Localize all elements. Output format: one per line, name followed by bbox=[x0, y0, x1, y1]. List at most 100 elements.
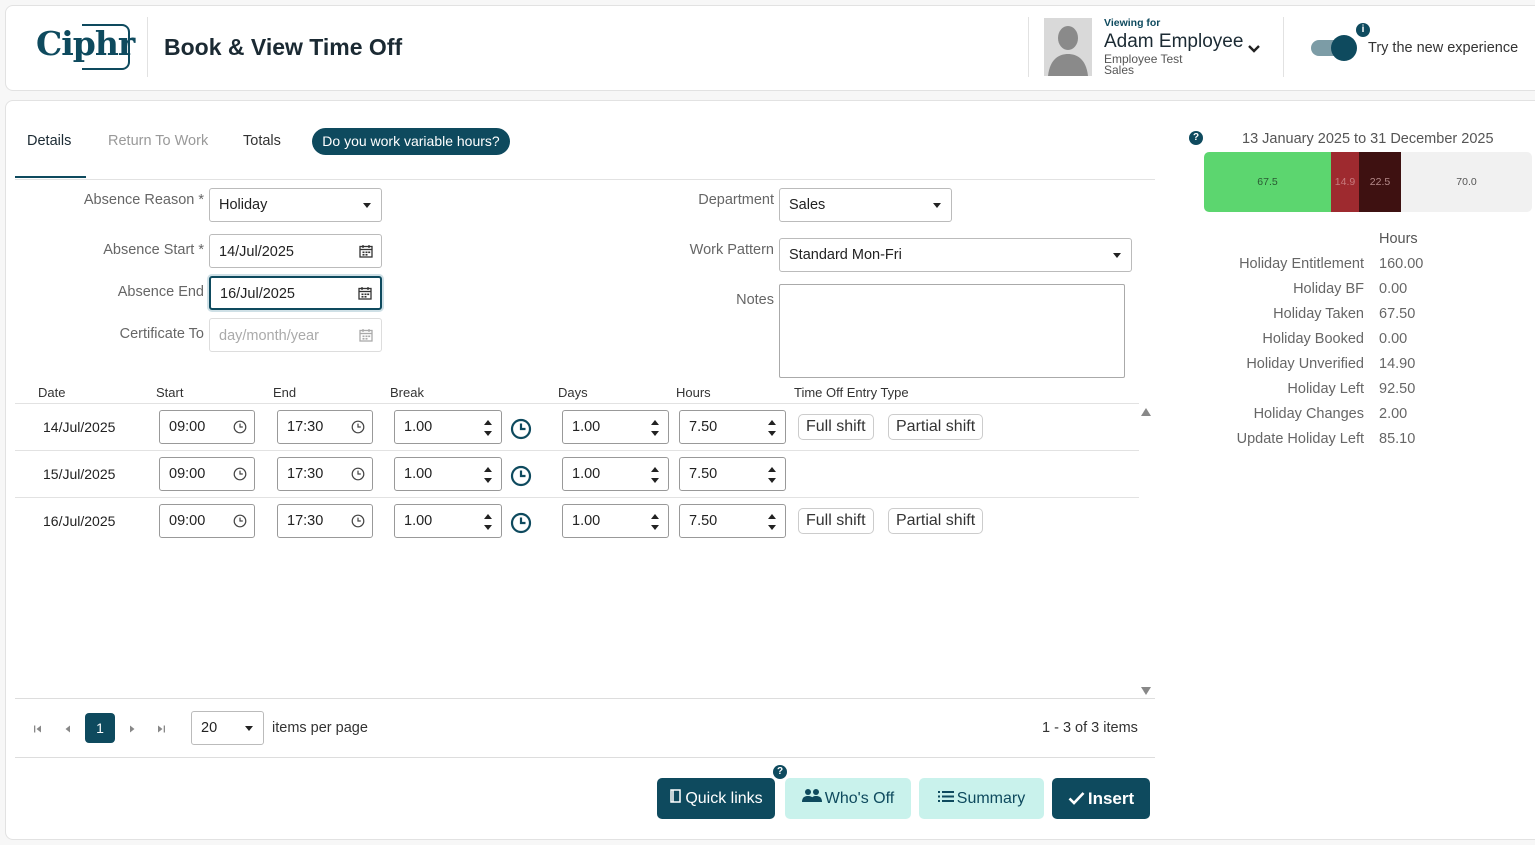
start-time-value: 09:00 bbox=[169, 513, 206, 529]
work-pattern-select[interactable]: Standard Mon-Fri bbox=[779, 238, 1132, 272]
spinner-icon[interactable] bbox=[767, 417, 777, 439]
department-label: Department bbox=[698, 192, 774, 208]
start-time-input[interactable]: 09:00 bbox=[159, 457, 255, 491]
certificate-to-input[interactable]: day/month/year bbox=[209, 318, 382, 352]
clock-icon[interactable] bbox=[351, 514, 365, 528]
per-page-value: 20 bbox=[201, 720, 218, 736]
break-input[interactable]: 1.00 bbox=[394, 410, 502, 444]
employee-name[interactable]: Adam Employee bbox=[1104, 31, 1243, 53]
logo-frame bbox=[82, 24, 130, 70]
chevron-down-icon[interactable] bbox=[1246, 40, 1262, 56]
break-input[interactable]: 1.00 bbox=[394, 457, 502, 491]
stat-value: 85.10 bbox=[1379, 431, 1416, 447]
spinner-icon[interactable] bbox=[767, 511, 777, 533]
clock-icon[interactable] bbox=[351, 420, 365, 434]
tab-details[interactable]: Details bbox=[27, 133, 71, 149]
clock-icon[interactable] bbox=[233, 420, 247, 434]
check-icon bbox=[1068, 779, 1085, 820]
start-time-input[interactable]: 09:00 bbox=[159, 504, 255, 538]
info-icon[interactable]: i bbox=[1356, 23, 1370, 37]
current-page-button[interactable]: 1 bbox=[85, 713, 115, 743]
partial-shift-button[interactable]: Partial shift bbox=[888, 414, 984, 440]
absence-start-input[interactable]: 14/Jul/2025 bbox=[209, 234, 382, 268]
caret-down-icon bbox=[1113, 253, 1121, 258]
col-start: Start bbox=[156, 385, 184, 400]
spinner-icon[interactable] bbox=[767, 464, 777, 486]
caret-down-icon bbox=[933, 203, 941, 208]
days-input[interactable]: 1.00 bbox=[562, 457, 669, 491]
end-time-value: 17:30 bbox=[287, 466, 324, 482]
stat-label: Holiday Entitlement bbox=[1239, 256, 1364, 272]
spinner-icon[interactable] bbox=[483, 464, 493, 486]
caret-down-icon bbox=[363, 203, 371, 208]
stat-label: Holiday Changes bbox=[1253, 406, 1364, 422]
hours-input[interactable]: 7.50 bbox=[679, 504, 786, 538]
next-page-icon[interactable] bbox=[126, 722, 138, 734]
pager-divider bbox=[15, 698, 1155, 699]
spinner-icon[interactable] bbox=[483, 511, 493, 533]
insert-button[interactable]: Insert bbox=[1052, 778, 1150, 819]
quick-links-button[interactable]: Quick links bbox=[657, 778, 775, 819]
absence-end-input[interactable]: 16/Jul/2025 bbox=[209, 276, 382, 310]
clock-icon[interactable] bbox=[233, 467, 247, 481]
full-shift-button[interactable]: Full shift bbox=[798, 508, 874, 534]
clock-icon[interactable] bbox=[351, 467, 365, 481]
clock-icon[interactable] bbox=[233, 514, 247, 528]
footer-divider bbox=[15, 757, 1155, 758]
prev-page-icon[interactable] bbox=[62, 722, 74, 734]
scroll-up-arrow[interactable] bbox=[1141, 408, 1151, 416]
col-date: Date bbox=[38, 385, 66, 400]
users-icon bbox=[801, 778, 822, 819]
per-page-select[interactable]: 20 bbox=[191, 711, 264, 745]
first-page-icon[interactable] bbox=[32, 722, 44, 734]
full-shift-button[interactable]: Full shift bbox=[798, 414, 874, 440]
days-value: 1.00 bbox=[572, 419, 601, 435]
insert-label: Insert bbox=[1087, 789, 1135, 808]
work-pattern-label: Work Pattern bbox=[689, 242, 774, 258]
help-icon[interactable]: ? bbox=[773, 765, 787, 779]
hours-input[interactable]: 7.50 bbox=[679, 410, 786, 444]
list-icon bbox=[937, 778, 954, 819]
break-value: 1.00 bbox=[404, 513, 433, 529]
summary-button[interactable]: Summary bbox=[919, 778, 1044, 819]
date-range: 13 January 2025 to 31 December 2025 bbox=[1242, 131, 1494, 147]
stat-value: 92.50 bbox=[1379, 381, 1416, 397]
whos-off-button[interactable]: Who's Off bbox=[785, 778, 911, 819]
time-picker-clock-icon[interactable] bbox=[510, 512, 532, 534]
tab-totals[interactable]: Totals bbox=[243, 133, 281, 149]
last-page-icon[interactable] bbox=[155, 722, 167, 734]
end-time-input[interactable]: 17:30 bbox=[277, 504, 373, 538]
spinner-icon[interactable] bbox=[650, 417, 660, 439]
break-input[interactable]: 1.00 bbox=[394, 504, 502, 538]
department-select[interactable]: Sales bbox=[779, 188, 952, 222]
spinner-icon[interactable] bbox=[650, 511, 660, 533]
row-date: 15/Jul/2025 bbox=[43, 466, 116, 482]
time-picker-clock-icon[interactable] bbox=[510, 465, 532, 487]
end-time-input[interactable]: 17:30 bbox=[277, 457, 373, 491]
employee-department: Sales bbox=[1104, 63, 1135, 77]
absence-reason-select[interactable]: Holiday bbox=[209, 188, 382, 222]
tab-return-to-work[interactable]: Return To Work bbox=[108, 133, 208, 149]
spinner-icon[interactable] bbox=[483, 417, 493, 439]
start-time-input[interactable]: 09:00 bbox=[159, 410, 255, 444]
days-input[interactable]: 1.00 bbox=[562, 410, 669, 444]
hours-input[interactable]: 7.50 bbox=[679, 457, 786, 491]
calendar-icon[interactable] bbox=[358, 286, 372, 300]
notes-textarea[interactable] bbox=[779, 284, 1125, 378]
new-experience-toggle[interactable] bbox=[1311, 35, 1357, 61]
break-value: 1.00 bbox=[404, 466, 433, 482]
variable-hours-button[interactable]: Do you work variable hours? bbox=[312, 128, 510, 155]
time-picker-clock-icon[interactable] bbox=[510, 418, 532, 440]
calendar-icon[interactable] bbox=[359, 244, 373, 258]
scroll-down-arrow[interactable] bbox=[1141, 687, 1151, 695]
spinner-icon[interactable] bbox=[650, 464, 660, 486]
days-input[interactable]: 1.00 bbox=[562, 504, 669, 538]
end-time-input[interactable]: 17:30 bbox=[277, 410, 373, 444]
start-time-value: 09:00 bbox=[169, 419, 206, 435]
partial-shift-button[interactable]: Partial shift bbox=[888, 508, 984, 534]
caret-down-icon bbox=[245, 726, 253, 731]
calendar-icon[interactable] bbox=[359, 328, 373, 342]
ciphr-logo[interactable]: Ciphr bbox=[36, 24, 135, 70]
help-icon[interactable]: ? bbox=[1189, 131, 1203, 145]
bar-segment: 70.0 bbox=[1401, 152, 1532, 212]
